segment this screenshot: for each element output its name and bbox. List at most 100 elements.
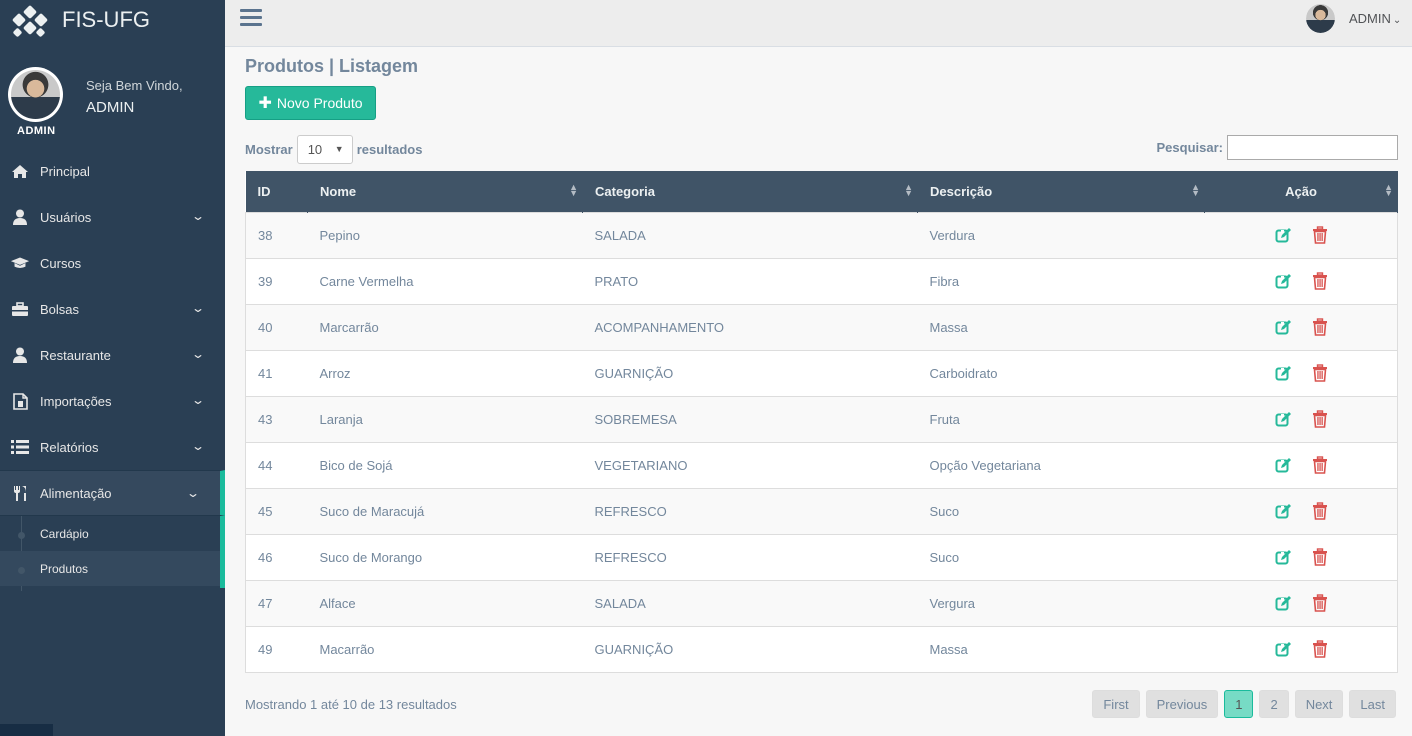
trash-icon[interactable] xyxy=(1312,502,1328,520)
avatar xyxy=(8,67,63,122)
sidebar-item-cursos[interactable]: Cursos xyxy=(0,240,225,286)
pagination-2[interactable]: 2 xyxy=(1259,690,1289,718)
table-header-row: ID Nome ▲ ▼ Categoria ▲ ▼ Descrição ▲ ▼ Ação ▲ ▼ xyxy=(245,171,1398,212)
sidebar-item-bolsas[interactable]: Bolsas ⌄ xyxy=(0,286,225,332)
sidebar-item-alimentacao[interactable]: Alimentação ⌄ xyxy=(0,470,225,516)
trash-icon[interactable] xyxy=(1312,594,1328,612)
cell-categoria: SOBREMESA xyxy=(594,411,677,427)
logo-icon xyxy=(11,3,49,38)
graduation-cap-icon xyxy=(10,255,30,271)
pagination-next[interactable]: Next xyxy=(1294,690,1344,718)
page-title: Produtos | Listagem xyxy=(245,56,419,76)
trash-icon[interactable] xyxy=(1312,640,1328,658)
column-header-nome[interactable]: Nome ▲ ▼ xyxy=(307,171,583,212)
sidebar-item-relatorios[interactable]: Relatórios ⌄ xyxy=(0,424,225,470)
search-input[interactable] xyxy=(1227,135,1398,160)
chevron-down-icon: ⌄ xyxy=(190,439,206,453)
edit-icon[interactable] xyxy=(1275,365,1292,382)
submenu-alimentacao: Cardápio Produtos xyxy=(0,516,225,591)
page-length: Mostrar 10 ▼ resultados xyxy=(245,135,422,164)
sort-icon: ▲ ▼ xyxy=(1191,182,1200,198)
cell-descricao: Vergura xyxy=(929,595,976,611)
sidebar-item-restaurante[interactable]: Restaurante ⌄ xyxy=(0,332,225,378)
pagination-last[interactable]: Last xyxy=(1349,690,1396,718)
trash-icon[interactable] xyxy=(1312,226,1328,244)
submenu-item-cardapio[interactable]: Cardápio xyxy=(0,516,220,551)
sidebar-item-usuarios[interactable]: Usuários ⌄ xyxy=(0,194,225,240)
trash-icon[interactable] xyxy=(1312,272,1328,290)
edit-icon[interactable] xyxy=(1275,319,1292,336)
cell-acao xyxy=(1205,488,1398,534)
edit-icon[interactable] xyxy=(1275,503,1292,520)
user-avatar[interactable] xyxy=(1306,4,1335,33)
cell-nome: Bico de Sojá xyxy=(319,457,393,473)
sort-icon: ▲ ▼ xyxy=(904,182,913,198)
cell-descricao: Suco xyxy=(929,503,960,519)
menu-toggle-icon[interactable] xyxy=(240,9,262,27)
cell-id: 44 xyxy=(258,457,273,473)
results-label: resultados xyxy=(356,142,423,157)
chevron-down-icon: ⌄ xyxy=(1392,15,1402,26)
welcome-name: ADMIN xyxy=(86,99,135,116)
column-header-acao[interactable]: Ação ▲ ▼ xyxy=(1204,171,1398,212)
cell-acao xyxy=(1205,350,1398,396)
sidebar-item-label: Restaurante xyxy=(40,347,111,363)
cell-descricao: Suco xyxy=(929,549,960,565)
edit-icon[interactable] xyxy=(1275,549,1292,566)
brand[interactable]: FIS-UFG xyxy=(0,0,225,40)
briefcase-icon xyxy=(10,301,30,317)
cell-categoria: PRATO xyxy=(594,273,639,289)
chevron-down-icon: ⌄ xyxy=(190,347,206,361)
cell-acao xyxy=(1205,534,1398,580)
column-header-categoria[interactable]: Categoria ▲ ▼ xyxy=(582,171,918,212)
column-header-id[interactable]: ID xyxy=(245,171,308,212)
sidebar-item-importacoes[interactable]: Importações ⌄ xyxy=(0,378,225,424)
list-icon xyxy=(10,439,30,455)
new-product-button[interactable]: ✚ Novo Produto xyxy=(245,86,376,120)
pagination-first[interactable]: First xyxy=(1092,690,1140,718)
cell-id: 47 xyxy=(258,595,273,611)
edit-icon[interactable] xyxy=(1275,227,1292,244)
chevron-down-icon: ⌄ xyxy=(190,393,206,407)
cell-descricao: Fruta xyxy=(929,411,960,427)
trash-icon[interactable] xyxy=(1312,548,1328,566)
edit-icon[interactable] xyxy=(1275,273,1292,290)
sort-icon: ▲ ▼ xyxy=(1384,182,1393,198)
sidebar-item-principal[interactable]: Principal xyxy=(0,148,225,194)
pagination: First Previous 1 2 Next Last xyxy=(1092,690,1396,718)
pagination-1[interactable]: 1 xyxy=(1224,690,1254,718)
pagination-previous[interactable]: Previous xyxy=(1145,690,1219,718)
cell-acao xyxy=(1205,258,1398,304)
chevron-down-icon: ⌄ xyxy=(185,486,201,500)
edit-icon[interactable] xyxy=(1275,641,1292,658)
table-row: 38 Pepino SALADA Verdura xyxy=(245,212,1398,258)
edit-icon[interactable] xyxy=(1275,457,1292,474)
caret-down-icon: ▼ xyxy=(334,144,344,154)
welcome-text: Seja Bem Vindo, xyxy=(86,78,183,93)
chevron-down-icon: ⌄ xyxy=(190,209,206,223)
edit-icon[interactable] xyxy=(1275,595,1292,612)
cell-id: 38 xyxy=(258,227,273,243)
cell-nome: Alface xyxy=(319,595,356,611)
trash-icon[interactable] xyxy=(1312,456,1328,474)
table-info: Mostrando 1 até 10 de 13 resultados xyxy=(245,697,457,712)
home-icon xyxy=(10,163,30,179)
cell-categoria: VEGETARIANO xyxy=(594,457,688,473)
user-menu[interactable]: ADMIN ⌄ xyxy=(1349,11,1401,26)
file-icon xyxy=(10,392,30,410)
cell-id: 39 xyxy=(258,273,273,289)
cell-nome: Macarrão xyxy=(319,641,375,657)
cell-categoria: GUARNIÇÃO xyxy=(594,641,674,657)
cell-id: 49 xyxy=(258,641,273,657)
user-icon xyxy=(10,347,30,363)
column-header-descricao[interactable]: Descrição ▲ ▼ xyxy=(917,171,1205,212)
trash-icon[interactable] xyxy=(1312,364,1328,382)
submenu-item-produtos[interactable]: Produtos xyxy=(0,551,220,586)
products-table: ID Nome ▲ ▼ Categoria ▲ ▼ Descrição ▲ ▼ Ação ▲ ▼… xyxy=(245,171,1398,673)
trash-icon[interactable] xyxy=(1312,410,1328,428)
cell-id: 43 xyxy=(258,411,273,427)
trash-icon[interactable] xyxy=(1312,318,1328,336)
cell-descricao: Fibra xyxy=(929,273,960,289)
edit-icon[interactable] xyxy=(1275,411,1292,428)
page-length-select[interactable]: 10 ▼ xyxy=(296,135,353,164)
